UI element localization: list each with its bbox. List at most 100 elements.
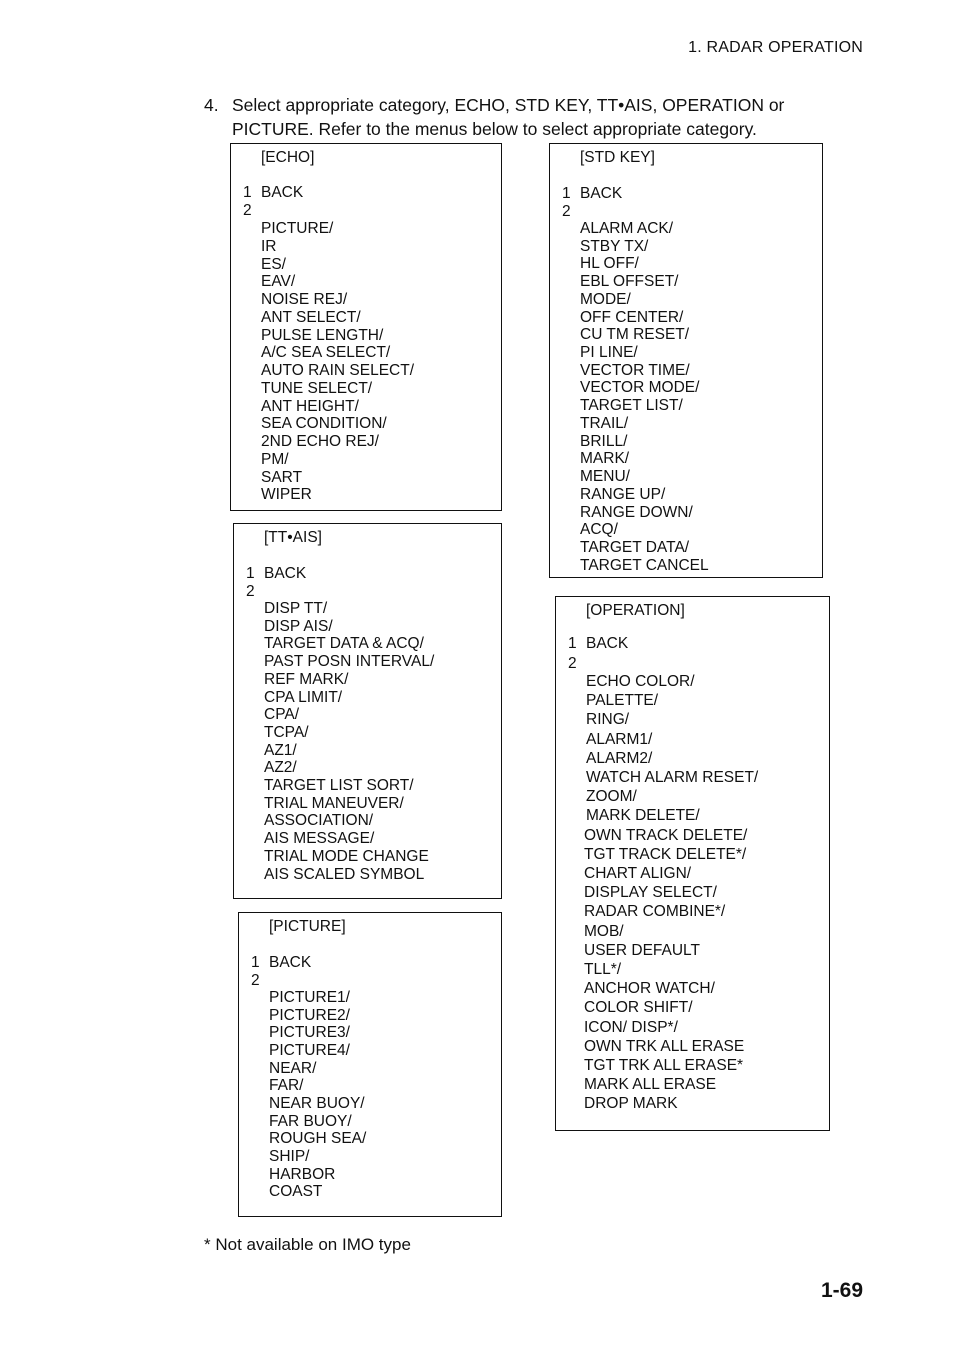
menu-item: RANGE UP/ [580, 485, 666, 503]
menu-item-back: BACK [261, 184, 304, 201]
instruction-line-1: Select appropriate category, ECHO, STD K… [232, 95, 785, 115]
menu-item: HL OFF/ [580, 255, 639, 273]
menu-item: SEA CONDITION/ [261, 415, 387, 433]
menu-title: [STD KEY] [580, 149, 655, 166]
menu-item: TARGET LIST/ [580, 397, 683, 415]
menu-item: TLL*/ [584, 961, 622, 978]
menu-item: CHART ALIGN/ [584, 865, 692, 882]
menu-item: ANT SELECT/ [261, 308, 361, 326]
menu-item: DISP TT/ [264, 600, 328, 617]
menu-item: ALARM1/ [586, 730, 653, 748]
echo-menu-box: [ECHO] 1 BACK 2 PICTURE/IR ES/EAV/NOISE REJ/A… [230, 143, 502, 511]
menu-item: DISP AIS/ [264, 617, 333, 635]
menu-item: ASSOCIATION/ [264, 812, 374, 830]
menu-item: OWN TRACK DELETE/ [584, 826, 748, 844]
menu-index-2: 2 [568, 655, 577, 672]
menu-item: TRIAL MODE CHANGE [264, 847, 429, 865]
menu-item: CPA LIMIT/ [264, 688, 343, 706]
menu-item: TCPA/ [264, 723, 309, 741]
menu-item: EBL OFFSET/ [580, 273, 679, 291]
menu-item: OFF CENTER/ [580, 308, 684, 326]
menu-item: AIS SCALED SYMBOL [264, 865, 425, 883]
menu-item: NOISE REJ/ [261, 291, 348, 308]
menu-item: AZ1/ [264, 741, 297, 759]
menu-item: COAST [269, 1183, 323, 1201]
menu-item: RING/ [586, 711, 630, 729]
menu-item: A/C SEA SELECT/ [261, 344, 391, 362]
instruction-step: 4. Select appropriate category, ECHO, ST… [204, 93, 844, 141]
menu-index-1: 1 [251, 954, 260, 971]
menu-item: PICTURE/ [261, 220, 334, 237]
menu-item: PICTURE4/ [269, 1041, 350, 1059]
menu-item: ES/ [261, 255, 286, 273]
menu-item: MARK/ [580, 450, 630, 468]
menu-item: TRAIL/ [580, 414, 629, 432]
menu-item: ZOOM/ [586, 788, 637, 806]
menu-item: MENU/ [580, 468, 630, 486]
page-number: 1-69 [820, 1279, 863, 1302]
menu-item: PICTURE2/ [269, 1006, 350, 1024]
menu-item: WIPER [261, 486, 312, 504]
menu-item: COLOR SHIFT/ [584, 999, 693, 1017]
menu-item: VECTOR TIME/ [580, 361, 690, 379]
picture-menu-box: [PICTURE] 1 BACK 2 PICTURE1/PICTURE2/PICTURE… [238, 912, 502, 1217]
menu-item: AZ2/ [264, 759, 297, 777]
menu-item: TRIAL MANEUVER/ [264, 794, 404, 812]
operation-menu-box: [OPERATION] 1 BACK 2 ECHO COLOR/PALETTE/RING… [555, 596, 830, 1131]
menu-title: [ECHO] [261, 149, 315, 166]
menu-item: TARGET CANCEL [580, 556, 709, 574]
menu-item: STBY TX/ [580, 237, 649, 255]
menu-item: TGT TRK ALL ERASE* [584, 1057, 744, 1074]
menu-item: 2ND ECHO REJ/ [261, 433, 379, 450]
menu-item: TUNE SELECT/ [261, 379, 373, 397]
menu-item-back: BACK [586, 635, 629, 652]
instruction-line-2: PICTURE. Refer to the menus below to sel… [232, 119, 757, 139]
menu-item: CU TM RESET/ [580, 326, 690, 344]
menu-item: PI LINE/ [580, 344, 638, 362]
menu-index-2: 2 [251, 972, 260, 989]
menu-item: SHIP/ [269, 1147, 310, 1165]
menu-item-back: BACK [264, 565, 307, 582]
menu-index-1: 1 [243, 184, 252, 201]
menu-item: CPA/ [264, 706, 300, 724]
menu-item: NEAR BUOY/ [269, 1094, 365, 1112]
menu-item: FAR/ [269, 1077, 304, 1095]
menu-item: TARGET DATA & ACQ/ [264, 635, 424, 653]
menu-item: IR [261, 237, 277, 255]
menu-item: SART [261, 468, 303, 486]
menu-index-2: 2 [246, 583, 255, 600]
tt-ais-menu-box: [TT•AIS] 1 BACK 2 DISP TT/DISP AIS/TARGET DA… [233, 523, 502, 899]
menu-item: MOB/ [584, 922, 624, 940]
menu-item: FAR BUOY/ [269, 1112, 352, 1130]
menu-item: BRILL/ [580, 432, 628, 450]
menu-title: [PICTURE] [269, 918, 346, 935]
menu-item: ALARM ACK/ [580, 220, 674, 237]
menu-item: AUTO RAIN SELECT/ [261, 362, 415, 379]
menu-item: ICON/ DISP*/ [584, 1018, 678, 1036]
menu-item: DROP MARK [584, 1095, 678, 1113]
menu-index-2: 2 [562, 203, 571, 220]
menu-item: ECHO COLOR/ [586, 673, 695, 690]
menu-item: MODE/ [580, 290, 631, 308]
footnote: * Not available on IMO type [204, 1235, 411, 1254]
menu-item-back: BACK [269, 954, 312, 971]
menu-item: TGT TRACK DELETE*/ [584, 845, 747, 863]
menu-title: [OPERATION] [586, 602, 685, 619]
menu-index-2: 2 [243, 202, 252, 219]
menu-item: RADAR COMBINE*/ [584, 903, 726, 921]
menu-item: PAST POSN INTERVAL/ [264, 653, 435, 671]
menu-item: DISPLAY SELECT/ [584, 884, 717, 902]
menu-item: EAV/ [261, 273, 296, 291]
menu-item: ANT HEIGHT/ [261, 397, 359, 415]
menu-item: HARBOR [269, 1165, 336, 1183]
menu-item: ROUGH SEA/ [269, 1130, 367, 1148]
menu-item: ALARM2/ [586, 749, 653, 767]
menu-item: RANGE DOWN/ [580, 503, 693, 521]
menu-item: ACQ/ [580, 521, 618, 539]
menu-item: PULSE LENGTH/ [261, 326, 384, 344]
menu-item: NEAR/ [269, 1059, 317, 1077]
std-key-menu-box: [STD KEY] 1 BACK 2 ALARM ACK/STBY TX/HL OFF/… [549, 143, 823, 578]
menu-item: MARK DELETE/ [586, 807, 700, 825]
menu-item: PALETTE/ [586, 692, 659, 710]
menu-index-1: 1 [246, 565, 255, 582]
